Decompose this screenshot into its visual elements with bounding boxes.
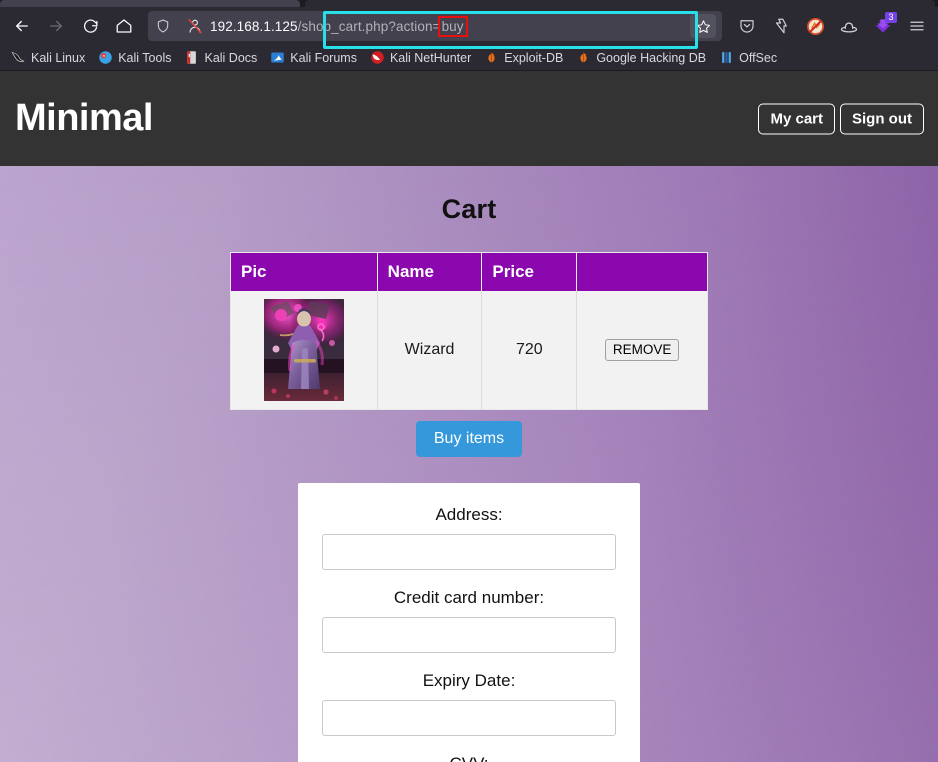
expiry-date-field[interactable] [322, 700, 616, 736]
site-brand: Minimal [15, 97, 153, 139]
bookmark-label: Kali NetHunter [389, 50, 472, 65]
table-row: Wizard 720 REMOVE [230, 291, 708, 410]
cvv-label: CVV: [322, 754, 616, 762]
tab-strip [0, 0, 938, 7]
toolbar-extensions: 3 [732, 11, 932, 41]
column-header-action [576, 252, 708, 291]
kali-nethunter-icon [371, 51, 384, 64]
kali-forums-icon [271, 52, 285, 63]
url-highlighted-param: buy [437, 15, 468, 37]
column-header-price: Price [481, 252, 578, 291]
bookmark-kali-linux[interactable]: Kali Linux [6, 48, 90, 67]
browser-window: 192.168.1.125/shop_cart.php?action=buy 3… [0, 0, 938, 762]
address-label: Address: [435, 505, 503, 524]
credit-card-number-field[interactable] [322, 617, 616, 653]
pocket-icon[interactable] [732, 11, 762, 41]
browser-tab-inactive[interactable] [0, 0, 300, 7]
bookmark-kali-tools[interactable]: π Kali Tools [93, 48, 176, 67]
kali-tools-icon: π [99, 51, 112, 64]
noscript-icon[interactable] [800, 11, 830, 41]
header-actions: My cart Sign out [758, 103, 924, 134]
url-host: 192.168.1.125 [210, 18, 298, 34]
downloads-badge: 3 [885, 12, 897, 23]
address-bar-text: 192.168.1.125/shop_cart.php?action=buy [210, 15, 468, 37]
site-header: Minimal My cart Sign out [0, 71, 938, 166]
navigation-toolbar: 192.168.1.125/shop_cart.php?action=buy 3 [0, 7, 938, 49]
kali-docs-icon [187, 51, 197, 64]
checkout-form: Address: Credit card number: Expiry Date… [298, 483, 640, 762]
address-bar[interactable]: 192.168.1.125/shop_cart.php?action=buy [178, 11, 722, 41]
cart-table-body: Wizard 720 REMOVE [230, 291, 708, 410]
cell-action: REMOVE [576, 291, 708, 410]
bookmark-kali-forums[interactable]: Kali Forums [265, 48, 362, 67]
bookmark-label: Kali Linux [31, 50, 86, 65]
tracker-blocked-icon [188, 18, 202, 34]
credit-card-number-label: Credit card number: [393, 588, 545, 607]
bookmark-exploit-db[interactable]: Exploit-DB [479, 48, 568, 67]
offsec-icon [722, 51, 731, 64]
bookmark-google-hacking-db[interactable]: Google Hacking DB [571, 48, 711, 67]
bookmark-label: Kali Tools [118, 50, 172, 65]
application-menu-icon[interactable] [902, 11, 932, 41]
tracking-protection-shield-icon[interactable] [148, 11, 178, 41]
cell-price: 720 [481, 291, 578, 410]
cart-table: Pic Name Price Wizard 720 REMOVE [230, 252, 708, 410]
container-tabs-icon[interactable] [766, 11, 796, 41]
sign-out-button[interactable]: Sign out [840, 103, 924, 134]
exploit-db-icon [488, 52, 495, 63]
url-path: /shop_cart.php?action= [297, 18, 441, 34]
product-image-wizard [263, 299, 344, 401]
cell-pic [230, 291, 378, 410]
page-body: Cart Pic Name Price Wizard 720 REMOVE Bu… [0, 166, 938, 762]
bookmark-label: Kali Docs [204, 50, 258, 65]
browser-tab-active[interactable] [305, 0, 935, 7]
reload-icon[interactable] [74, 11, 106, 41]
column-header-pic: Pic [230, 252, 378, 291]
bookmark-label: OffSec [739, 50, 778, 65]
back-icon[interactable] [6, 11, 38, 41]
cart-table-header-row: Pic Name Price [230, 252, 708, 291]
google-hacking-db-icon [580, 52, 587, 63]
forward-icon[interactable] [40, 11, 72, 41]
downloads-icon[interactable]: 3 [868, 11, 898, 41]
my-cart-button[interactable]: My cart [758, 103, 835, 134]
cell-name: Wizard [377, 291, 483, 410]
buy-items-button[interactable]: Buy items [415, 421, 523, 457]
bookmark-label: Kali Forums [290, 50, 357, 65]
user-agent-switcher-icon[interactable] [834, 11, 864, 41]
bookmark-kali-nethunter[interactable]: Kali NetHunter [365, 48, 476, 67]
column-header-name: Name [377, 252, 483, 291]
home-icon[interactable] [108, 11, 140, 41]
address-field[interactable] [322, 534, 616, 570]
bookmark-label: Exploit-DB [504, 50, 564, 65]
bookmark-star-icon[interactable] [690, 14, 716, 38]
page-viewport: Minimal My cart Sign out Cart Pic Name P… [0, 71, 938, 762]
kali-dragon-icon [11, 52, 25, 62]
bookmark-offsec[interactable]: OffSec [714, 48, 782, 67]
page-body-overlay: Cart Pic Name Price Wizard 720 REMOVE Bu… [0, 166, 938, 762]
remove-button[interactable]: REMOVE [604, 338, 680, 362]
bookmark-label: Google Hacking DB [596, 50, 707, 65]
cart-table-head: Pic Name Price [230, 252, 708, 291]
bookmark-kali-docs[interactable]: Kali Docs [179, 48, 262, 67]
buy-items-container: Buy items [0, 421, 938, 457]
address-bar-region: 192.168.1.125/shop_cart.php?action=buy [148, 11, 722, 41]
page-title: Cart [441, 194, 497, 224]
bookmarks-toolbar: Kali Linux π Kali Tools Kali Docs Kali F… [0, 45, 938, 71]
expiry-date-label: Expiry Date: [422, 671, 516, 690]
